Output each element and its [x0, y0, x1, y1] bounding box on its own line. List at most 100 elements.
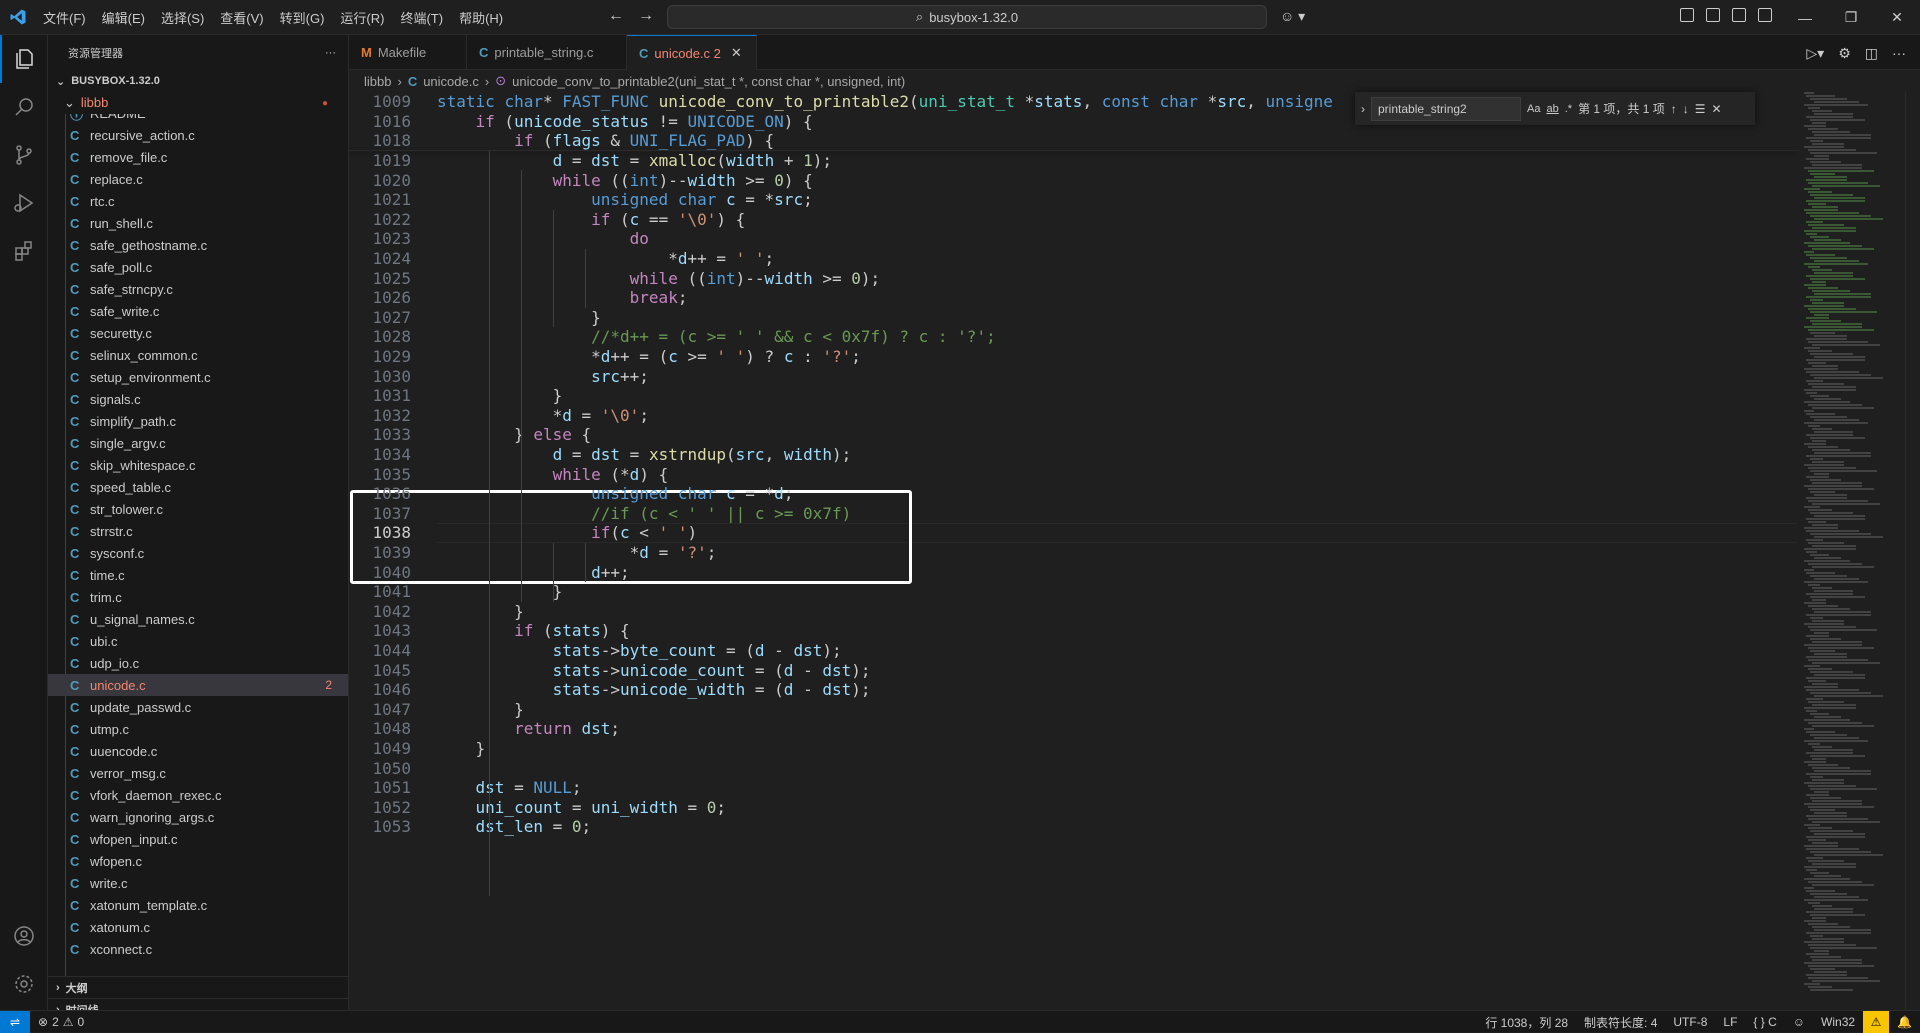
file-item[interactable]: Cselinux_common.c — [48, 344, 348, 366]
file-item[interactable]: Ctime.c — [48, 564, 348, 586]
file-item[interactable]: Csysconf.c — [48, 542, 348, 564]
run-debug-icon[interactable] — [0, 179, 48, 227]
copilot-status-icon[interactable]: ☺ — [1785, 1015, 1813, 1029]
language-mode[interactable]: { } C — [1745, 1015, 1784, 1029]
platform[interactable]: Win32 — [1813, 1015, 1863, 1029]
file-item[interactable]: Cwrite.c — [48, 872, 348, 894]
close-icon[interactable]: ✕ — [1712, 102, 1722, 116]
accounts-icon[interactable] — [0, 912, 48, 960]
file-item[interactable]: Cwfopen_input.c — [48, 828, 348, 850]
menu-item[interactable]: 编辑(E) — [94, 8, 153, 27]
forward-arrow-icon[interactable]: → — [638, 7, 654, 25]
file-item[interactable]: Cwfopen.c — [48, 850, 348, 872]
file-item[interactable]: Cubi.c — [48, 630, 348, 652]
problems-indicator[interactable]: ⊗ 2 ⚠ 0 — [30, 1015, 92, 1029]
file-item[interactable]: Crtc.c — [48, 190, 348, 212]
file-item[interactable]: Cxconnect.c — [48, 938, 348, 960]
cursor-position[interactable]: 行 1038，列 28 — [1477, 1014, 1576, 1031]
toggle-sidebar-icon[interactable] — [1706, 8, 1720, 22]
breadcrumb-file[interactable]: unicode.c — [423, 74, 479, 89]
indentation[interactable]: 制表符长度: 4 — [1576, 1014, 1665, 1031]
file-item[interactable]: Cstr_tolower.c — [48, 498, 348, 520]
file-item[interactable]: Cudp_io.c — [48, 652, 348, 674]
file-item[interactable]: Cskip_whitespace.c — [48, 454, 348, 476]
encoding[interactable]: UTF-8 — [1665, 1015, 1715, 1029]
file-item[interactable]: Cspeed_table.c — [48, 476, 348, 498]
toggle-panel-icon[interactable] — [1732, 8, 1746, 22]
file-item[interactable]: Csafe_poll.c — [48, 256, 348, 278]
remote-indicator-icon[interactable]: ⇌ — [0, 1010, 30, 1033]
file-item[interactable]: Csafe_write.c — [48, 300, 348, 322]
file-item[interactable]: Csimplify_path.c — [48, 410, 348, 432]
toggle-replace-icon[interactable]: › — [1361, 102, 1365, 116]
back-arrow-icon[interactable]: ← — [608, 7, 624, 25]
find-in-selection-icon[interactable]: ☰ — [1695, 102, 1706, 116]
source-control-icon[interactable] — [0, 131, 48, 179]
menu-item[interactable]: 帮助(H) — [451, 8, 511, 27]
file-item[interactable]: Cunicode.c 2 — [48, 674, 348, 696]
tab-printable-string[interactable]: C printable_string.c — [467, 35, 627, 70]
search-icon[interactable] — [0, 83, 48, 131]
file-item[interactable]: Cverror_msg.c — [48, 762, 348, 784]
explorer-icon[interactable] — [0, 35, 48, 83]
file-item[interactable]: Cupdate_passwd.c — [48, 696, 348, 718]
file-item[interactable]: Ctrim.c — [48, 586, 348, 608]
extensions-icon[interactable] — [0, 227, 48, 275]
notifications-icon[interactable]: 🔔 — [1889, 1015, 1920, 1029]
toggle-secondary-sidebar-icon[interactable] — [1758, 8, 1772, 22]
file-item[interactable]: Csecuretty.c — [48, 322, 348, 344]
workspace-root-folder[interactable]: ⌄ BUSYBOX-1.32.0 — [48, 70, 348, 92]
file-item[interactable]: Crecursive_action.c — [48, 124, 348, 146]
file-item[interactable]: Cremove_file.c — [48, 146, 348, 168]
settings-gear-icon[interactable]: ⚙ — [1838, 45, 1851, 62]
file-item[interactable]: Cu_signal_names.c — [48, 608, 348, 630]
minimap[interactable] — [1800, 92, 1905, 1010]
file-item[interactable]: Cstrrstr.c — [48, 520, 348, 542]
run-icon[interactable]: ▷▾ — [1806, 45, 1824, 62]
file-item[interactable]: Csingle_argv.c — [48, 432, 348, 454]
close-icon[interactable]: ✕ — [731, 45, 742, 61]
minimize-icon[interactable]: — — [1782, 10, 1828, 26]
file-item[interactable]: Cuuencode.c — [48, 740, 348, 762]
tab-unicode[interactable]: C unicode.c 2 ✕ — [627, 35, 757, 70]
find-input[interactable]: printable_string2 — [1371, 96, 1521, 121]
more-actions-icon[interactable]: ··· — [325, 47, 336, 59]
menu-item[interactable]: 终端(T) — [392, 8, 451, 27]
file-item[interactable]: ⓘ README — [48, 114, 348, 124]
file-item[interactable]: Csignals.c — [48, 388, 348, 410]
menu-item[interactable]: 运行(R) — [332, 8, 392, 27]
code-editor[interactable]: 1009 static char* FAST_FUNC unicode_conv_… — [349, 92, 1799, 1010]
settings-gear-icon[interactable] — [0, 960, 48, 1008]
more-actions-icon[interactable]: ··· — [1892, 45, 1906, 62]
whole-word-toggle[interactable]: ab — [1546, 103, 1558, 115]
vertical-scrollbar[interactable] — [1905, 92, 1920, 1010]
next-match-icon[interactable]: ↓ — [1683, 102, 1689, 116]
outline-section[interactable]: › 大纲 — [48, 976, 348, 998]
file-item[interactable]: Cxatonum_template.c — [48, 894, 348, 916]
copilot-icon[interactable]: ☺ ▾ — [1280, 8, 1305, 25]
menu-item[interactable]: 转到(G) — [272, 8, 333, 27]
file-item[interactable]: Cwarn_ignoring_args.c — [48, 806, 348, 828]
end-of-line[interactable]: LF — [1715, 1015, 1745, 1029]
breadcrumb-symbol[interactable]: unicode_conv_to_printable2(uni_stat_t *,… — [512, 74, 905, 89]
menu-item[interactable]: 选择(S) — [153, 8, 212, 27]
menu-item[interactable]: 文件(F) — [35, 8, 94, 27]
command-center-search[interactable]: ⌕ busybox-1.32.0 — [667, 5, 1267, 29]
close-icon[interactable]: ✕ — [1874, 9, 1920, 26]
folder-libbb[interactable]: ⌄ libbb ● — [48, 92, 348, 114]
file-item[interactable]: Csafe_gethostname.c — [48, 234, 348, 256]
file-item[interactable]: Cvfork_daemon_rexec.c — [48, 784, 348, 806]
file-item[interactable]: Csafe_strncpy.c — [48, 278, 348, 300]
file-item[interactable]: Cutmp.c — [48, 718, 348, 740]
file-item[interactable]: Creplace.c — [48, 168, 348, 190]
warning-icon[interactable]: ⚠ — [1863, 1011, 1890, 1033]
tab-makefile[interactable]: M Makefile — [349, 35, 467, 70]
customize-layout-icon[interactable] — [1680, 8, 1694, 22]
file-item[interactable]: Cxatonum.c — [48, 916, 348, 938]
split-editor-icon[interactable]: ◫ — [1865, 45, 1878, 62]
restore-icon[interactable]: ❐ — [1828, 9, 1874, 26]
file-item[interactable]: Crun_shell.c — [48, 212, 348, 234]
previous-match-icon[interactable]: ↑ — [1671, 102, 1677, 116]
match-case-toggle[interactable]: Aa — [1527, 103, 1540, 115]
file-item[interactable]: Csetup_environment.c — [48, 366, 348, 388]
